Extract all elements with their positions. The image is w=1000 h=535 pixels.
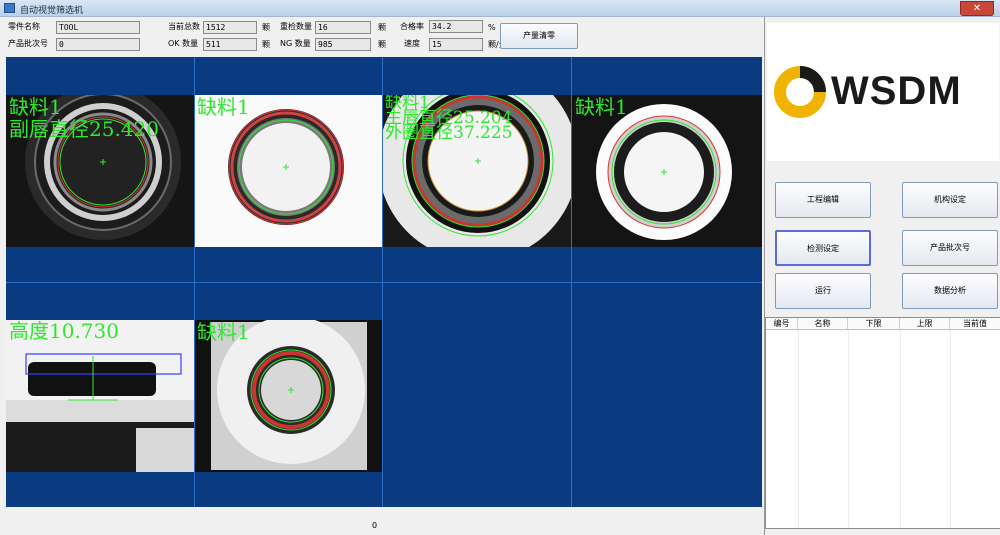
camera-view-4: 缺料1 (572, 95, 762, 247)
logo-ring-icon (774, 66, 826, 118)
camera-view-6: 缺料1 (195, 320, 382, 472)
app-icon (4, 3, 15, 13)
cam1-text-1: 缺料1 (9, 95, 62, 119)
cam2-text-1: 缺料1 (197, 95, 250, 119)
reset-count-button[interactable]: 产量清零 (500, 23, 578, 49)
recheck-label: 重检数量 (280, 22, 312, 31)
col-header-current[interactable]: 当前值 (950, 318, 1000, 329)
camera-view-3: 缺料1 主唇直径25.204 外圈直径37.225 (383, 95, 571, 247)
col-header-lower[interactable]: 下限 (848, 318, 900, 329)
cam4-text-1: 缺料1 (575, 95, 628, 119)
table-header: 编号 名称 下限 上限 当前值 (766, 318, 1000, 330)
total-label: 当前总数 (168, 22, 200, 31)
data-analysis-button[interactable]: 数据分析 (902, 273, 998, 309)
batch-field[interactable]: 0 (56, 38, 140, 51)
ng-label: NG 数量 (280, 39, 311, 48)
recheck-unit: 颗 (378, 23, 386, 32)
window-title: 自动视觉筛选机 (20, 6, 84, 16)
close-button[interactable]: ✕ (960, 1, 994, 16)
pass-rate-unit: % (488, 23, 496, 32)
status-value: 0 (372, 521, 378, 530)
col-header-name[interactable]: 名称 (798, 318, 848, 329)
camera-grid: 缺料1 副唇直径25.420 缺料1 缺料1 主唇直径25.204 外圈直径37… (6, 57, 762, 507)
batch-label: 产品批次号 (8, 39, 48, 48)
total-unit: 颗 (262, 23, 270, 32)
part-name-label: 零件名称 (8, 22, 40, 31)
detect-setting-button[interactable]: 检测设定 (775, 230, 871, 266)
cam3-text-3: 外圈直径37.225 (385, 123, 513, 143)
ok-label: OK 数量 (168, 39, 199, 48)
ok-field: 511 (203, 38, 257, 51)
col-header-upper[interactable]: 上限 (900, 318, 950, 329)
speed-field: 15 (429, 38, 483, 51)
logo: WSDM (767, 23, 999, 161)
batch-number-button[interactable]: 产品批次号 (902, 230, 998, 266)
cam5-text-1: 高度10.730 (9, 320, 119, 343)
ng-field: 985 (315, 38, 371, 51)
recheck-field: 16 (315, 21, 371, 34)
cam6-text-1: 缺料1 (197, 320, 250, 344)
table-body[interactable] (766, 330, 1000, 528)
title-bar: 自动视觉筛选机 ✕ (0, 0, 1000, 17)
measurement-table: 编号 名称 下限 上限 当前值 (765, 317, 1000, 529)
info-bar: 零件名称 TOOL 产品批次号 0 当前总数 1512 颗 OK 数量 511 … (0, 17, 765, 56)
col-header-id[interactable]: 编号 (766, 318, 798, 329)
cam1-text-2: 副唇直径25.420 (9, 117, 159, 141)
logo-text: WSDM (831, 69, 962, 113)
ok-unit: 颗 (262, 40, 270, 49)
camera-view-5: 高度10.730 (6, 320, 194, 472)
right-panel: WSDM 工程编辑 机构设定 检测设定 产品批次号 运行 数据分析 编号 名称 … (764, 17, 1000, 535)
pass-rate-label: 合格率 (400, 22, 424, 31)
project-edit-button[interactable]: 工程编辑 (775, 182, 871, 218)
camera-view-2: 缺料1 (195, 95, 382, 247)
total-field: 1512 (203, 21, 257, 34)
mechanism-setting-button[interactable]: 机构设定 (902, 182, 998, 218)
run-button[interactable]: 运行 (775, 273, 871, 309)
ng-unit: 颗 (378, 40, 386, 49)
part-name-field[interactable]: TOOL (56, 21, 140, 34)
camera-view-1: 缺料1 副唇直径25.420 (6, 95, 194, 247)
speed-label: 速度 (404, 39, 420, 48)
pass-rate-field: 34.2 (429, 20, 483, 33)
